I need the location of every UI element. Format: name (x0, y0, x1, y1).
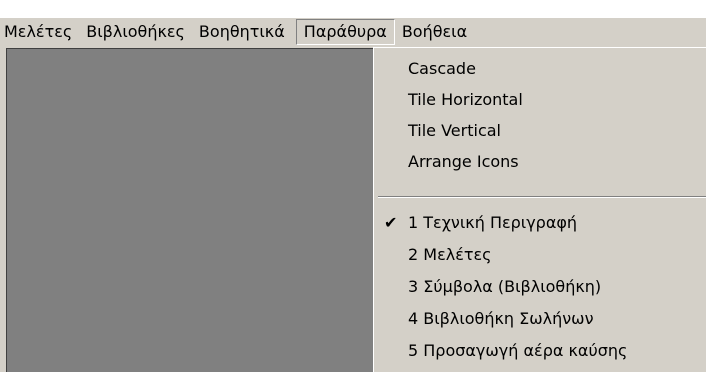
menu-item-tile-vertical[interactable]: Tile Vertical (374, 116, 706, 146)
menu-item-window-5[interactable]: 5 Προσαγωγή αέρα καύσης (374, 336, 706, 366)
menu-item-cascade[interactable]: Cascade (374, 54, 706, 84)
menu-item-window-3[interactable]: 3 Σύμβολα (Βιβλιοθήκη) (374, 272, 706, 302)
menu-voitheia[interactable]: Βοήθεια (395, 19, 474, 45)
menu-item-window-2[interactable]: 2 Μελέτες (374, 240, 706, 270)
window-2-label: 2 Μελέτες (408, 245, 492, 264)
menu-item-window-1[interactable]: ✔ 1 Τεχνική Περιγραφή (374, 208, 706, 238)
menu-item-arrange-icons[interactable]: Arrange Icons (374, 147, 706, 177)
window-3-label: 3 Σύμβολα (Βιβλιοθήκη) (408, 277, 602, 296)
menu-item-tile-horizontal[interactable]: Tile Horizontal (374, 85, 706, 115)
menu-vivliothikes[interactable]: Βιβλιοθήκες (79, 19, 192, 45)
checkmark-icon: ✔ (384, 213, 398, 232)
menu-separator (378, 196, 706, 198)
menu-parathyra[interactable]: Παράθυρα (295, 19, 395, 45)
menu-item-window-4[interactable]: 4 Βιβλιοθήκη Σωλήνων (374, 304, 706, 334)
menu-meletes[interactable]: Μελέτες (0, 19, 79, 45)
windows-dropdown-menu: Cascade Tile Horizontal Tile Vertical Ar… (373, 47, 706, 372)
window-4-label: 4 Βιβλιοθήκη Σωλήνων (408, 309, 594, 328)
mdi-client-area[interactable] (6, 48, 373, 372)
window-1-label: 1 Τεχνική Περιγραφή (408, 213, 578, 232)
menu-bar: Μελέτες Βιβλιοθήκες Βοηθητικά Παράθυρα Β… (0, 18, 706, 47)
menu-voithitika[interactable]: Βοηθητικά (192, 19, 292, 45)
window-5-label: 5 Προσαγωγή αέρα καύσης (408, 341, 628, 360)
